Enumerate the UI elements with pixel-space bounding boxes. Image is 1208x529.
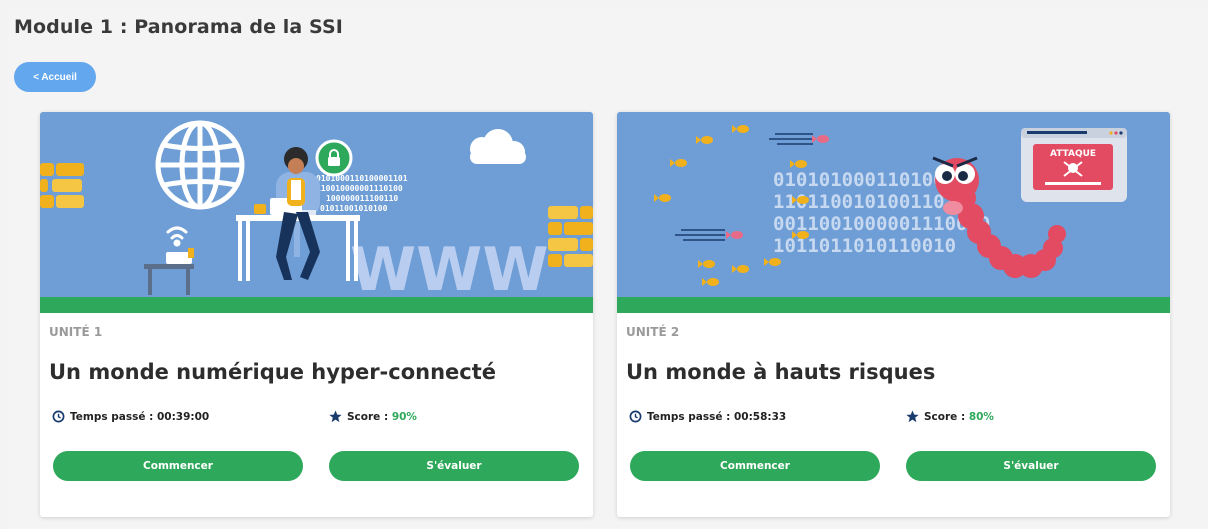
unit-1-banner: 0101000110100001101 110010000001110100 1… bbox=[40, 112, 593, 297]
unit-card-2: 0101010001101000 110110010100110101 0011… bbox=[617, 112, 1170, 517]
svg-text:100000011100110: 100000011100110 bbox=[326, 194, 398, 203]
wifi-icon bbox=[166, 226, 188, 247]
star-icon bbox=[329, 410, 342, 423]
score-value: 90% bbox=[391, 410, 417, 423]
start-button[interactable]: Commencer bbox=[53, 451, 303, 481]
time-spent: Temps passé : 00:39:00 bbox=[52, 410, 209, 423]
unit-1-illustration: 0101000110100001101 110010000001110100 1… bbox=[40, 120, 593, 297]
attack-label: ATTAQUE bbox=[1050, 149, 1096, 159]
unit-card-1: 0101000110100001101 110010000001110100 1… bbox=[40, 112, 593, 517]
binary-text: 0101000110100001101 110010000001110100 1… bbox=[316, 174, 408, 213]
cloud-icon bbox=[470, 129, 526, 164]
bricks-right bbox=[548, 206, 593, 267]
unit-2-illustration: 0101010001101000 110110010100110101 0011… bbox=[654, 125, 1127, 286]
svg-text:0101010001101000: 0101010001101000 bbox=[773, 169, 956, 191]
time-spent-text: Temps passé : 00:58:33 bbox=[647, 410, 787, 423]
unit-title: Un monde numérique hyper-connecté bbox=[49, 360, 497, 384]
score: Score : 90% bbox=[329, 410, 417, 423]
unit-label: UNITÉ 1 bbox=[49, 325, 103, 339]
back-home-button[interactable]: < Accueil bbox=[14, 62, 96, 92]
side-table bbox=[144, 248, 194, 295]
unit-2-banner: 0101010001101000 110110010100110101 0011… bbox=[617, 112, 1170, 297]
score: Score : 80% bbox=[906, 410, 994, 423]
evaluate-button[interactable]: S'évaluer bbox=[329, 451, 579, 481]
time-spent-text: Temps passé : 00:39:00 bbox=[70, 410, 210, 423]
start-button[interactable]: Commencer bbox=[630, 451, 880, 481]
attack-window: ATTAQUE bbox=[1021, 128, 1127, 202]
bricks-left bbox=[40, 163, 84, 208]
module-page: Module 1 : Panorama de la SSI < Accueil bbox=[8, 8, 1208, 529]
score-value: 80% bbox=[968, 410, 994, 423]
lock-icon bbox=[315, 139, 353, 177]
star-icon bbox=[906, 410, 919, 423]
score-label: Score : bbox=[924, 410, 969, 423]
unit-title: Un monde à hauts risques bbox=[626, 360, 936, 384]
unit-2-progress-bar bbox=[617, 297, 1170, 313]
svg-text:01011001010100: 01011001010100 bbox=[320, 204, 388, 213]
evaluate-button[interactable]: S'évaluer bbox=[906, 451, 1156, 481]
www-text: WWW bbox=[350, 235, 549, 297]
unit-label: UNITÉ 2 bbox=[626, 325, 680, 339]
clock-icon bbox=[52, 410, 65, 423]
globe-icon bbox=[155, 120, 245, 210]
clock-icon bbox=[629, 410, 642, 423]
score-label: Score : bbox=[347, 410, 392, 423]
svg-text:0101000110100001101: 0101000110100001101 bbox=[316, 174, 408, 183]
svg-text:110010000001110100: 110010000001110100 bbox=[316, 184, 403, 193]
page-title: Module 1 : Panorama de la SSI bbox=[14, 16, 343, 38]
unit-1-progress-bar bbox=[40, 297, 593, 313]
time-spent: Temps passé : 00:58:33 bbox=[629, 410, 786, 423]
